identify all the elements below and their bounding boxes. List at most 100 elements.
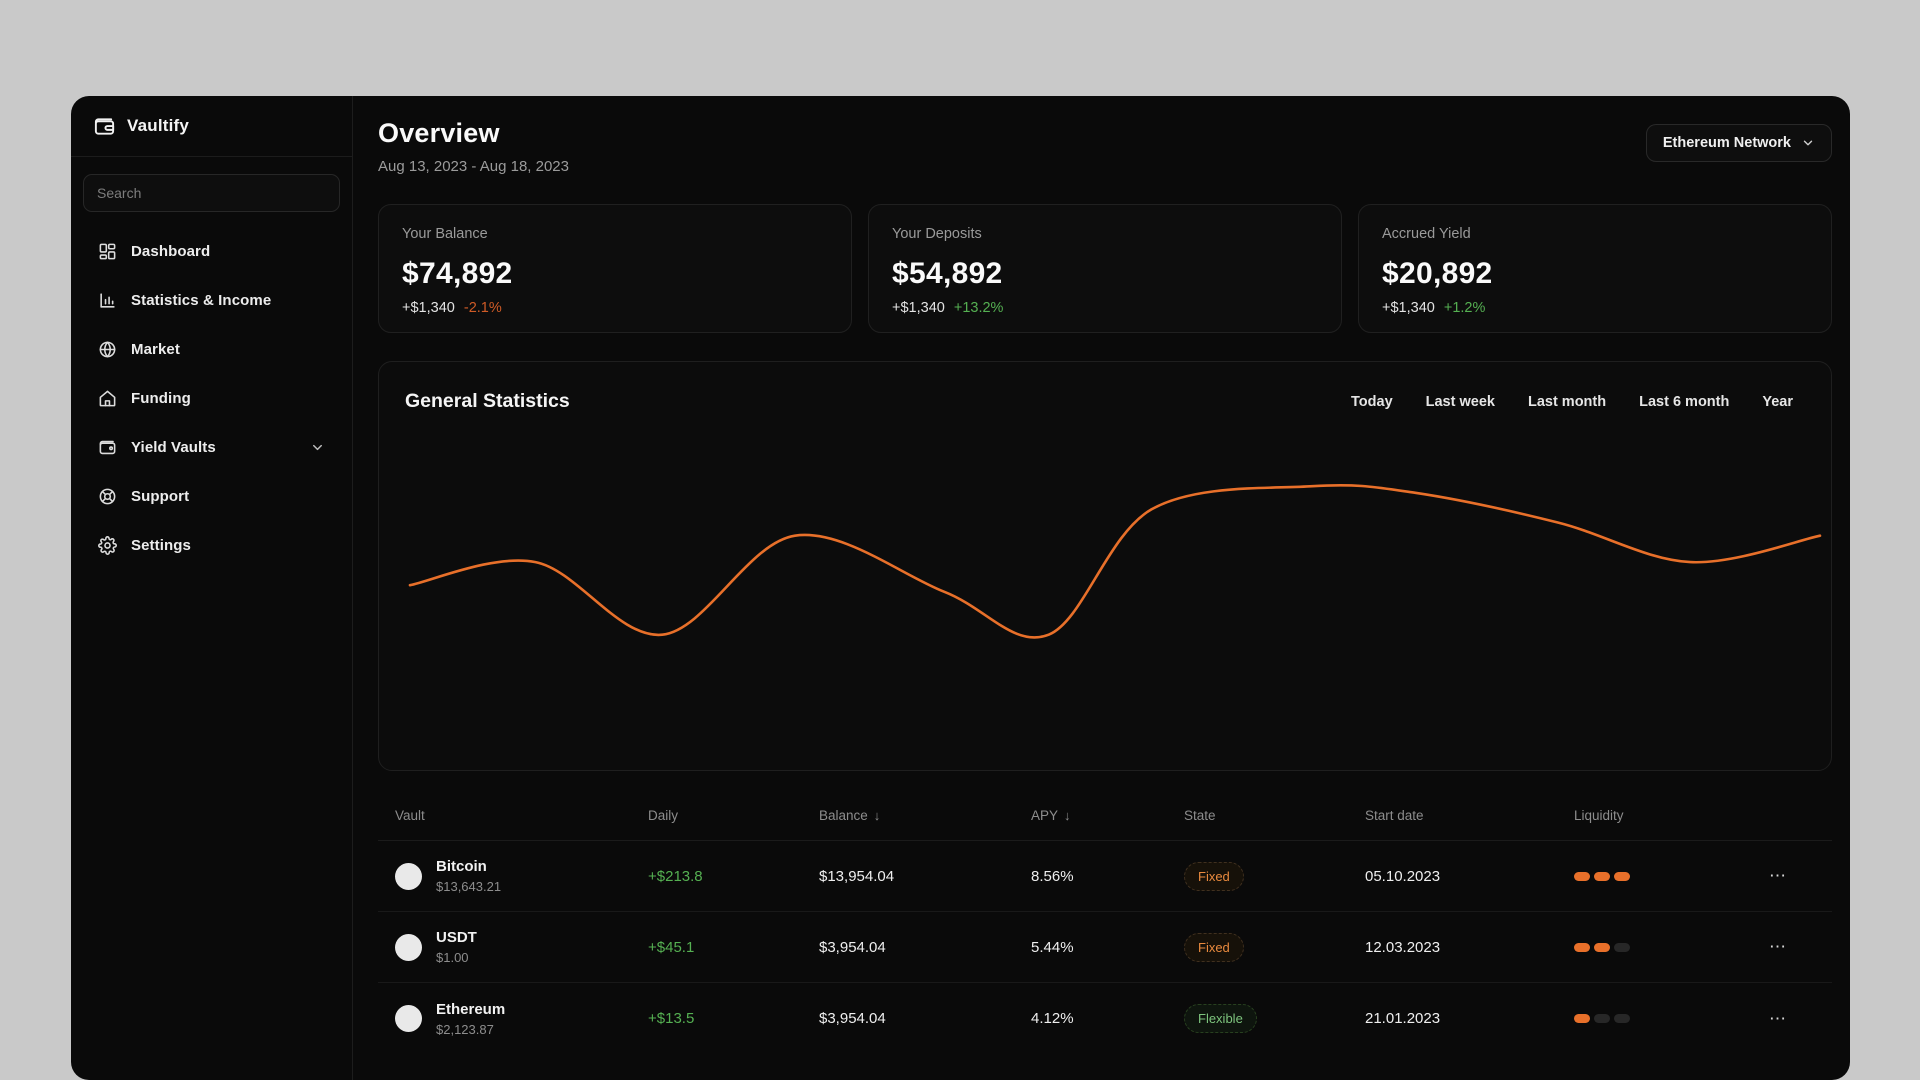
sidebar: Vaultify Dashboard Statistics & Income M… bbox=[71, 96, 353, 1080]
gear-icon bbox=[98, 535, 117, 555]
sidebar-item-funding[interactable]: Funding bbox=[81, 377, 342, 419]
row-actions-button[interactable]: ⋯ bbox=[1761, 867, 1796, 885]
stat-card-value: $54,892 bbox=[892, 257, 1003, 290]
liquidity-indicator bbox=[1574, 942, 1761, 952]
sidebar-item-support[interactable]: Support bbox=[81, 475, 342, 517]
apy-value: 5.44% bbox=[1031, 938, 1074, 956]
sidebar-item-dashboard[interactable]: Dashboard bbox=[81, 230, 342, 272]
sidebar-item-statistics-income[interactable]: Statistics & Income bbox=[81, 279, 342, 321]
stat-card-label: Accrued Yield bbox=[1382, 226, 1471, 242]
sort-desc-icon: ↓ bbox=[873, 808, 881, 823]
stat-card-balance: Your Balance $74,892 +$1,340 -2.1% bbox=[378, 204, 852, 333]
app-name: Vaultify bbox=[127, 116, 190, 135]
app-logo: Vaultify bbox=[71, 96, 352, 157]
date-range: Aug 13, 2023 - Aug 18, 2023 bbox=[378, 158, 569, 175]
stat-card-change-percent: -2.1% bbox=[463, 300, 502, 316]
stat-card-change-percent: +1.2% bbox=[1443, 300, 1486, 316]
network-selector-label: Ethereum Network bbox=[1662, 135, 1791, 151]
vault-price: $1.00 bbox=[436, 950, 469, 965]
apy-value: 4.12% bbox=[1031, 1010, 1074, 1027]
wallet-logo-icon bbox=[94, 117, 115, 135]
sidebar-item-settings[interactable]: Settings bbox=[81, 524, 342, 566]
lifebuoy-icon bbox=[98, 487, 117, 506]
start-date: 21.01.2023 bbox=[1365, 1010, 1441, 1027]
stat-card-change-amount: +$1,340 bbox=[402, 300, 455, 316]
balance-value: $13,954.04 bbox=[819, 867, 895, 885]
liquidity-pill-active bbox=[1594, 942, 1610, 952]
row-actions-button[interactable]: ⋯ bbox=[1761, 938, 1796, 956]
column-header-balance[interactable]: Balance ↓ bbox=[819, 808, 1031, 823]
stat-card-label: Your Deposits bbox=[892, 226, 982, 242]
page-title: Overview bbox=[378, 118, 500, 148]
time-filter-year[interactable]: Year bbox=[1762, 392, 1793, 412]
row-actions-button[interactable]: ⋯ bbox=[1761, 1010, 1796, 1028]
liquidity-pill-active bbox=[1574, 1014, 1590, 1023]
liquidity-pill-active bbox=[1574, 942, 1590, 952]
main-content: Overview Aug 13, 2023 - Aug 18, 2023 Eth… bbox=[353, 96, 1850, 1080]
liquidity-indicator bbox=[1574, 1014, 1761, 1023]
vault-name: Ethereum bbox=[436, 1000, 506, 1018]
sidebar-nav: Dashboard Statistics & Income Market Fun… bbox=[71, 222, 352, 574]
liquidity-pill-inactive bbox=[1594, 1014, 1610, 1023]
coin-avatar bbox=[395, 933, 422, 961]
vault-row-usdt[interactable]: USDT $1.00 +$45.1 $3,954.04 5.44% Fixed … bbox=[378, 912, 1832, 983]
app-window: Vaultify Dashboard Statistics & Income M… bbox=[71, 96, 1850, 1080]
general-statistics-panel: General Statistics Today Last week Last … bbox=[378, 361, 1832, 771]
network-selector[interactable]: Ethereum Network bbox=[1645, 124, 1832, 162]
sidebar-item-yield-vaults[interactable]: Yield Vaults bbox=[81, 426, 342, 468]
start-date: 05.10.2023 bbox=[1365, 867, 1441, 885]
vault-row-ethereum[interactable]: Ethereum $2,123.87 +$13.5 $3,954.04 4.12… bbox=[378, 983, 1832, 1054]
time-filter-today[interactable]: Today bbox=[1351, 392, 1393, 412]
liquidity-pill-active bbox=[1574, 871, 1590, 881]
stat-card-yield: Accrued Yield $20,892 +$1,340 +1.2% bbox=[1358, 204, 1832, 333]
daily-change: +$213.8 bbox=[648, 867, 703, 885]
sort-desc-icon: ↓ bbox=[1064, 808, 1071, 823]
column-header-apy[interactable]: APY ↓ bbox=[1031, 808, 1184, 823]
state-badge: Flexible bbox=[1184, 1004, 1257, 1033]
balance-value: $3,954.04 bbox=[819, 938, 886, 956]
panel-title: General Statistics bbox=[405, 390, 570, 412]
column-header-state[interactable]: State ↓ bbox=[1184, 808, 1365, 823]
vault-row-bitcoin[interactable]: Bitcoin $13,643.21 +$213.8 $13,954.04 8.… bbox=[378, 841, 1832, 912]
time-filter-group: Today Last week Last month Last 6 month … bbox=[1351, 392, 1805, 412]
liquidity-pill-inactive bbox=[1614, 942, 1630, 952]
coin-avatar bbox=[395, 862, 422, 890]
column-header-daily[interactable]: Daily ↓ bbox=[648, 808, 819, 823]
state-badge: Fixed bbox=[1184, 861, 1244, 891]
coin-avatar bbox=[395, 1005, 422, 1032]
globe-icon bbox=[98, 340, 117, 359]
vaults-table: Vault ↓ Daily ↓ Balance ↓ APY ↓ State ↓ … bbox=[378, 791, 1832, 1054]
stat-card-deposits: Your Deposits $54,892 +$1,340 +13.2% bbox=[868, 204, 1342, 333]
column-header-liquidity[interactable]: Liquidity ↓ bbox=[1574, 808, 1761, 823]
start-date: 12.03.2023 bbox=[1365, 938, 1441, 956]
time-filter-last-week[interactable]: Last week bbox=[1426, 392, 1495, 412]
daily-change: +$13.5 bbox=[648, 1010, 695, 1027]
stat-card-change-amount: +$1,340 bbox=[1382, 300, 1435, 316]
statistics-line-chart bbox=[408, 483, 1822, 639]
liquidity-pill-inactive bbox=[1614, 1014, 1630, 1023]
stat-card-value: $74,892 bbox=[402, 257, 513, 290]
vault-name: USDT bbox=[436, 929, 477, 946]
column-header-start-date[interactable]: Start date ↓ bbox=[1365, 808, 1574, 823]
stat-card-change-percent: +13.2% bbox=[953, 300, 1004, 316]
stat-card-value: $20,892 bbox=[1382, 257, 1493, 290]
search-input[interactable] bbox=[83, 174, 340, 212]
stat-card-label: Your Balance bbox=[402, 226, 488, 242]
wallet-icon bbox=[98, 438, 117, 457]
apy-value: 8.56% bbox=[1031, 867, 1074, 885]
liquidity-pill-active bbox=[1614, 871, 1630, 881]
daily-change: +$45.1 bbox=[648, 938, 695, 956]
time-filter-last-6-month[interactable]: Last 6 month bbox=[1639, 392, 1729, 412]
home-icon bbox=[98, 389, 117, 408]
bar-chart-icon bbox=[98, 291, 117, 310]
balance-value: $3,954.04 bbox=[819, 1010, 886, 1027]
liquidity-indicator bbox=[1574, 871, 1761, 881]
stat-card-change-amount: +$1,340 bbox=[892, 300, 945, 316]
vault-price: $2,123.87 bbox=[436, 1021, 494, 1037]
chevron-down-icon bbox=[310, 440, 325, 455]
time-filter-last-month[interactable]: Last month bbox=[1528, 392, 1606, 412]
dashboard-icon bbox=[98, 242, 117, 261]
sidebar-item-market[interactable]: Market bbox=[81, 328, 342, 370]
column-header-vault[interactable]: Vault ↓ bbox=[395, 808, 648, 823]
chevron-down-icon bbox=[1803, 140, 1813, 146]
